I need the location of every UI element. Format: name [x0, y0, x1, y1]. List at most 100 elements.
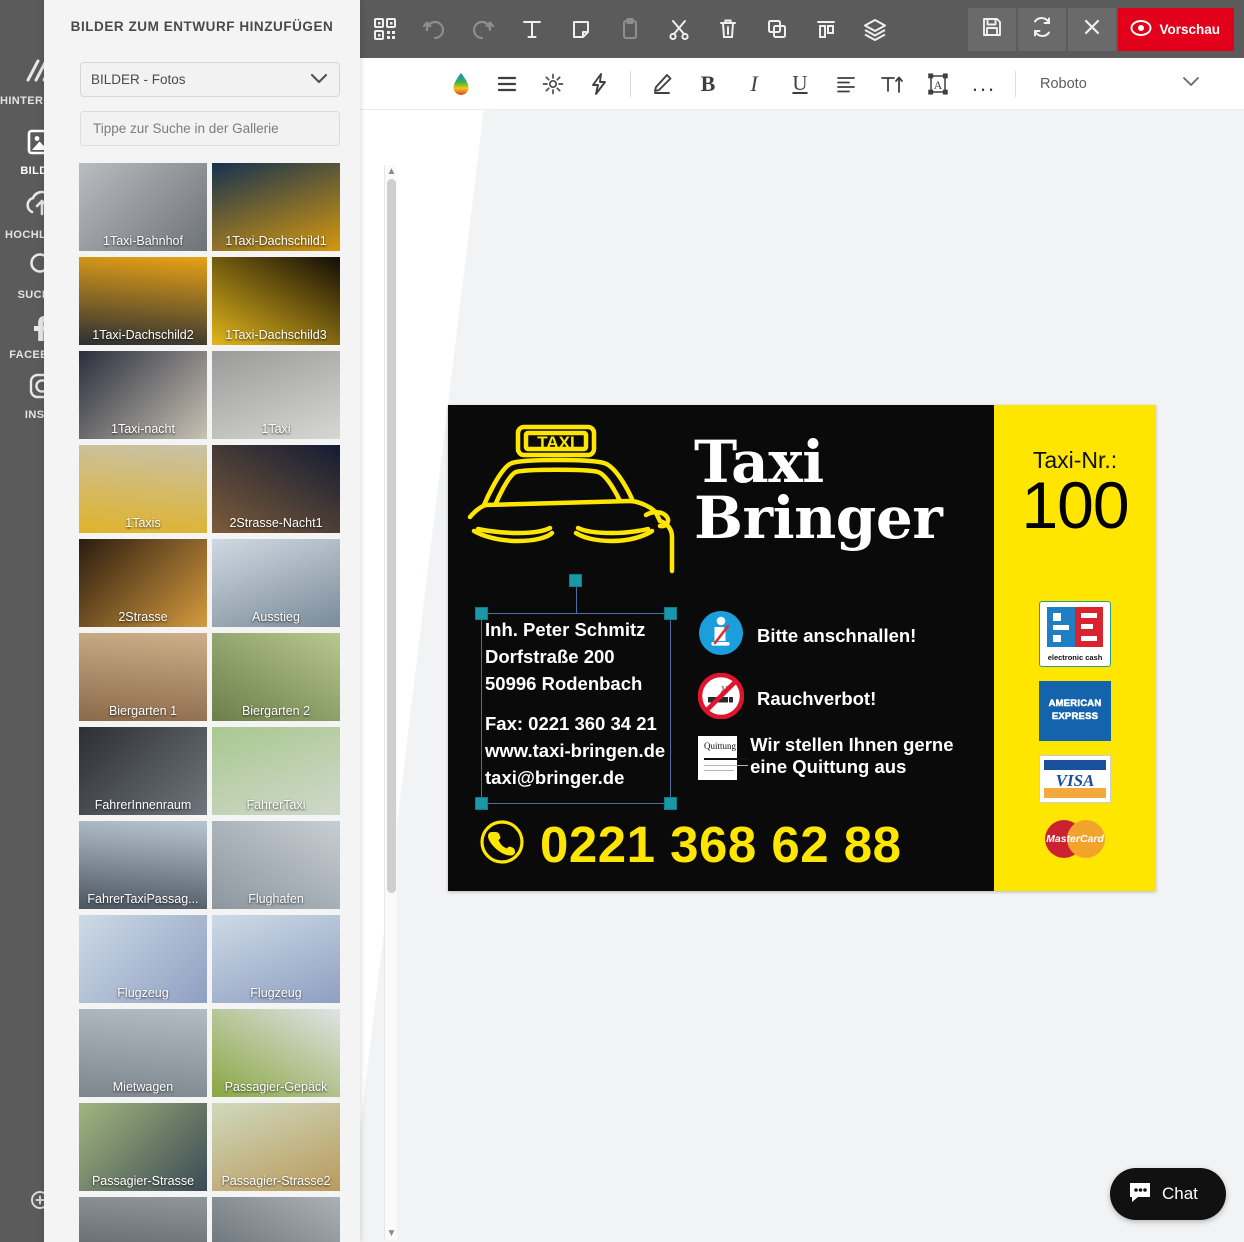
- trash-icon[interactable]: [703, 0, 752, 58]
- resize-handle-bottom-right[interactable]: [664, 797, 677, 810]
- preview-label: Vorschau: [1159, 21, 1220, 37]
- chat-widget-button[interactable]: Chat: [1110, 1168, 1226, 1220]
- thumbnail-image: [79, 1197, 207, 1242]
- gallery-thumbnail[interactable]: 2Strasse-Nacht1: [212, 445, 340, 533]
- logo-line-2: Bringer: [694, 483, 943, 552]
- save-disk-icon: [981, 16, 1003, 43]
- gallery-thumbnail[interactable]: Mietwagen: [79, 1009, 207, 1097]
- copy-shape-icon[interactable]: [556, 0, 605, 58]
- images-panel: BILDER ZUM ENTWURF HINZUFÜGEN BILDER - F…: [44, 0, 397, 1242]
- design-canvas[interactable]: TAXI Taxi Bringer Inh. Peter Schmitz Dor…: [360, 110, 1244, 1242]
- color-drop-icon[interactable]: [438, 58, 484, 110]
- cut-scissors-icon[interactable]: [654, 0, 703, 58]
- align-left-icon[interactable]: [823, 58, 869, 110]
- amex-label-2: EXPRESS: [1051, 711, 1099, 723]
- brightness-icon[interactable]: [530, 58, 576, 110]
- gallery-thumbnail[interactable]: [79, 1197, 207, 1242]
- resize-handle-top-right[interactable]: [664, 607, 677, 620]
- gallery-search-input[interactable]: [80, 111, 340, 146]
- duplicate-icon[interactable]: [752, 0, 801, 58]
- gallery-thumbnail[interactable]: 1Taxi-Dachschild2: [79, 257, 207, 345]
- bold-icon[interactable]: B: [685, 58, 731, 110]
- notice-receipt-text: Wir stellen Ihnen gerne eine Quittung au…: [750, 734, 954, 777]
- gallery-thumbnail[interactable]: Passagier-Strasse: [79, 1103, 207, 1191]
- gallery-thumbnail[interactable]: 1Taxi-nacht: [79, 351, 207, 439]
- taxi-car-outline-icon: TAXI: [460, 421, 690, 581]
- text-frame-icon[interactable]: A: [915, 58, 961, 110]
- flash-effect-icon[interactable]: [576, 58, 622, 110]
- gallery-thumbnail[interactable]: [212, 1197, 340, 1242]
- thumbnail-caption: 2Strasse-Nacht1: [229, 516, 323, 530]
- thumbnail-caption: 1Taxi: [261, 422, 291, 436]
- line-spacing-icon[interactable]: [484, 58, 530, 110]
- category-select[interactable]: BILDER - Fotos: [80, 62, 340, 97]
- thumbnail-caption: FahrerTaxiPassag...: [87, 892, 199, 906]
- gallery-thumbnail[interactable]: Passagier-Strasse2: [212, 1103, 340, 1191]
- phone-row: 0221 368 62 88: [478, 818, 902, 871]
- thumbnail-grid-viewport: 1Taxi-Bahnhof 1Taxi-Dachschild1 1Taxi-Dach…: [79, 163, 344, 1242]
- gallery-thumbnail[interactable]: FahrerTaxi: [212, 727, 340, 815]
- notice-seatbelt-text: Bitte anschnallen!: [757, 624, 917, 646]
- american-express-logo: AMERICAN EXPRESS: [1039, 681, 1111, 741]
- resize-handle-top-left[interactable]: [475, 607, 488, 620]
- layers-icon[interactable]: [850, 0, 899, 58]
- gallery-thumbnail[interactable]: Ausstieg: [212, 539, 340, 627]
- mastercard-label: MasterCard: [1046, 833, 1104, 845]
- rotate-handle[interactable]: [569, 574, 582, 587]
- gallery-scrollbar[interactable]: ▲ ▼: [384, 165, 397, 1240]
- close-button[interactable]: [1068, 7, 1117, 51]
- scroll-down-arrow-icon[interactable]: ▼: [385, 1227, 398, 1240]
- gallery-thumbnail[interactable]: 1Taxi-Dachschild3: [212, 257, 340, 345]
- main-toolbar: Vorschau: [360, 0, 1244, 58]
- thumbnail-caption: Passagier-Gepäck: [224, 1080, 328, 1094]
- preview-button[interactable]: Vorschau: [1118, 7, 1234, 51]
- refresh-button[interactable]: [1018, 7, 1067, 51]
- undo-icon[interactable]: [409, 0, 458, 58]
- gallery-thumbnail[interactable]: FahrerTaxiPassag...: [79, 821, 207, 909]
- font-size-icon[interactable]: [869, 58, 915, 110]
- gallery-thumbnail[interactable]: FahrerInnenraum: [79, 727, 207, 815]
- notice-no-smoking: Rauchverbot!: [697, 672, 988, 724]
- gallery-thumbnail[interactable]: 2Strasse: [79, 539, 207, 627]
- save-button[interactable]: [968, 7, 1017, 51]
- thumbnail-caption: Passagier-Strasse: [91, 1174, 195, 1188]
- paste-icon[interactable]: [605, 0, 654, 58]
- gallery-thumbnail[interactable]: 1Taxi-Dachschild1: [212, 163, 340, 251]
- italic-icon[interactable]: I: [731, 58, 777, 110]
- gallery-thumbnail[interactable]: Flughafen: [212, 821, 340, 909]
- phone-circle-icon: [478, 818, 526, 871]
- business-card-design[interactable]: TAXI Taxi Bringer Inh. Peter Schmitz Dor…: [448, 405, 1156, 891]
- highlighter-icon[interactable]: [639, 58, 685, 110]
- scrollbar-thumb[interactable]: [387, 179, 396, 893]
- gallery-thumbnail[interactable]: Biergarten 2: [212, 633, 340, 721]
- close-icon: [1081, 16, 1103, 43]
- gallery-thumbnail[interactable]: 1Taxi: [212, 351, 340, 439]
- receipt-icon: Quittung: [698, 736, 748, 780]
- resize-handle-bottom-left[interactable]: [475, 797, 488, 810]
- gallery-thumbnail[interactable]: Passagier-Gepäck: [212, 1009, 340, 1097]
- category-select-value: BILDER - Fotos: [91, 72, 186, 87]
- selection-bounding-box: [475, 574, 677, 810]
- scroll-up-arrow-icon[interactable]: ▲: [385, 165, 398, 178]
- thumbnail-caption: Flugzeug: [250, 986, 302, 1000]
- gallery-thumbnail[interactable]: Flugzeug: [79, 915, 207, 1003]
- underline-icon[interactable]: U: [777, 58, 823, 110]
- thumbnail-caption: 1Taxi-nacht: [111, 422, 175, 436]
- electronic-cash-logo: electronic cash: [1039, 601, 1111, 667]
- seatbelt-icon: [698, 610, 744, 661]
- gallery-thumbnail[interactable]: 1Taxi-Bahnhof: [79, 163, 207, 251]
- text-icon[interactable]: [507, 0, 556, 58]
- gallery-thumbnail[interactable]: Biergarten 1: [79, 633, 207, 721]
- font-family-select-value[interactable]: Roboto: [1040, 76, 1180, 92]
- gallery-thumbnail[interactable]: 1Taxis: [79, 445, 207, 533]
- thumbnail-caption: Mietwagen: [112, 1080, 174, 1094]
- gallery-thumbnail[interactable]: Flugzeug: [212, 915, 340, 1003]
- more-options-icon[interactable]: ...: [961, 58, 1007, 110]
- thumbnail-caption: Flughafen: [248, 892, 304, 906]
- payment-methods-list: electronic cash AMERICAN EXPRESS VISA Ma…: [994, 601, 1156, 877]
- align-top-icon[interactable]: [801, 0, 850, 58]
- visa-logo: VISA: [1039, 755, 1111, 803]
- font-chevron-down-icon[interactable]: [1180, 74, 1202, 93]
- redo-icon[interactable]: [458, 0, 507, 58]
- qr-code-icon[interactable]: [360, 0, 409, 58]
